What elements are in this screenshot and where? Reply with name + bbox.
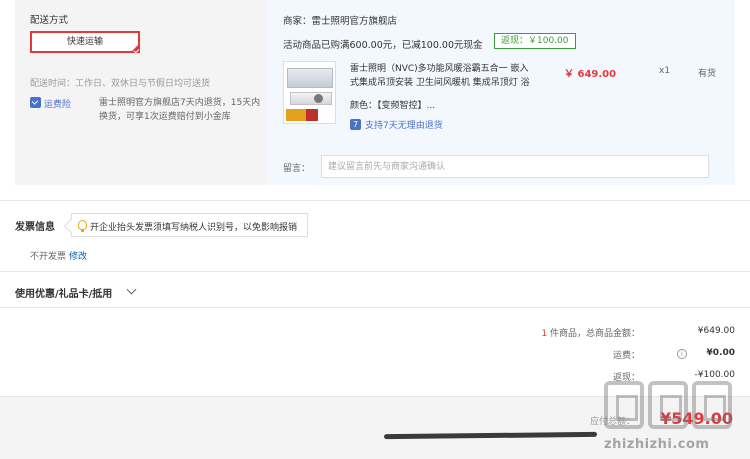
coupon-toggle[interactable]: 使用优惠/礼品卡/抵用: [15, 285, 112, 300]
delivery-title: 配送方式: [30, 15, 69, 26]
shipping-fee-label: 运费：: [612, 351, 640, 361]
rebate-value: -¥100.00: [694, 370, 735, 380]
product-image[interactable]: [283, 61, 336, 124]
seller-name: 商家：雷士照明官方旗舰店: [283, 16, 398, 27]
selected-check-icon: [130, 43, 140, 53]
divider: [0, 200, 750, 201]
shield-check-icon: [30, 97, 41, 108]
product-color: 颜色：【变频智控】...: [350, 98, 435, 111]
invoice-status: 不开发票: [30, 252, 67, 262]
lightbulb-icon: [78, 220, 87, 232]
invoice-title: 发票信息: [15, 222, 55, 233]
invoice-modify-link[interactable]: 修改: [69, 249, 87, 262]
shipping-option-button[interactable]: 快速运输: [30, 31, 140, 53]
divider: [0, 271, 750, 272]
invoice-tip-text: 开企业抬头发票须填写纳税人识别号，以免影响报销: [90, 223, 298, 233]
insurance-label[interactable]: 运费险: [44, 97, 71, 110]
divider: [0, 307, 750, 308]
seller-order-section: 商家：雷士照明官方旗舰店 活动商品已购满600.00元，已减100.00元现金 …: [267, 0, 735, 185]
watermark-logo: [604, 381, 744, 433]
product-name-link[interactable]: 雷士照明（NVC)多功能风暖浴霸五合一 嵌入式集成吊顶安装 卫生间风暖机 集成吊…: [350, 62, 535, 90]
rebate-badge: 返现：￥100.00: [494, 33, 576, 49]
stock-status: 有货: [698, 69, 717, 79]
insurance-description: 雷士照明官方旗舰店7天内退货，15天内换货，可享1次运费赔付到小金库: [99, 98, 261, 122]
delivery-time: 配送时间：工作日、双休日与节假日均可送货: [30, 79, 211, 89]
product-price: ￥ 649.00: [564, 69, 617, 80]
invoice-tip: 开企业抬头发票须填写纳税人识别号，以免影响报销: [71, 213, 308, 237]
return-policy-icon: 7: [350, 119, 361, 130]
info-icon[interactable]: i: [677, 349, 687, 359]
shipping-fee-value: ¥0.00: [706, 348, 735, 358]
summary-total-label: 1 件商品，总商品金额：: [541, 329, 640, 339]
summary-total-row: 1 件商品，总商品金额： ¥649.00: [435, 326, 735, 340]
shipping-option-label: 快速运输: [66, 37, 103, 47]
summary-total-value: ¥649.00: [697, 326, 735, 336]
promo-text: 活动商品已购满600.00元，已减100.00元现金: [283, 40, 483, 51]
order-panel: 配送方式 快速运输 配送时间：工作日、双休日与节假日均可送货 运费险 雷士照明官…: [15, 0, 735, 185]
memo-label: 留言：: [283, 164, 311, 174]
product-quantity: x1: [659, 66, 671, 76]
color-label: 颜色：: [350, 101, 378, 111]
chevron-down-icon[interactable]: [126, 284, 137, 295]
return-policy-link[interactable]: 支持7天无理由退货: [365, 118, 443, 131]
delivery-section: 配送方式 快速运输 配送时间：工作日、双休日与节假日均可送货 运费险 雷士照明官…: [15, 0, 267, 185]
watermark-url: zhizhizhi.com: [604, 437, 710, 452]
color-value: 【变频智控】...: [377, 101, 436, 111]
memo-input[interactable]: [321, 155, 709, 178]
summary-shipping-row: 运费： i ¥0.00: [435, 348, 735, 362]
